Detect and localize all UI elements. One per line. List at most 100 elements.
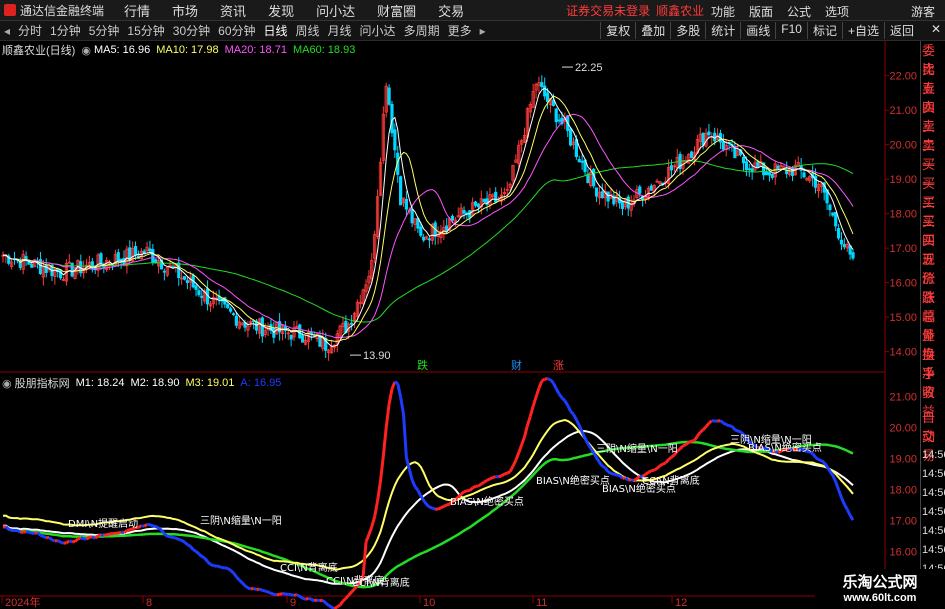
main-ytick-label-8: 14.00 <box>889 347 917 359</box>
xtick-label-4: 11 <box>536 597 547 609</box>
m1-seg-88 <box>253 587 258 592</box>
ma20-value: MA20: 18.71 <box>224 44 287 56</box>
m1-seg-82 <box>235 575 241 581</box>
quote-sidebar: 委比 卖五 卖四 卖三 卖二 卖一 买一 买二 买三 买四 买五 现价 涨跌 涨… <box>920 41 945 609</box>
indicator-signal-6: BIAS\N绝密买点 <box>536 474 610 487</box>
candle-body-78 <box>226 304 230 309</box>
candle-body-250 <box>721 141 725 150</box>
side-net-asset[interactable]: 净资 <box>921 364 945 400</box>
candle-body-64 <box>185 280 190 283</box>
m1-seg-191 <box>549 378 555 384</box>
sub-ytick-label-5: 16.00 <box>889 547 917 559</box>
m1-seg-169 <box>486 477 491 482</box>
m1-seg-282 <box>811 452 817 459</box>
indicator-signal-1: 三阴\N缩量\N一阳 <box>200 514 282 527</box>
candle-body-53 <box>154 259 158 263</box>
candle-body-197 <box>569 128 573 146</box>
main-ytick-label-2: 20.00 <box>889 140 917 152</box>
m1-seg-168 <box>483 478 488 484</box>
side-turnover[interactable]: 换手 <box>921 345 945 381</box>
m1-seg-116 <box>333 605 339 609</box>
m1-seg-110 <box>316 598 321 603</box>
m1-seg-139 <box>399 396 405 415</box>
m1-seg-105 <box>302 596 307 601</box>
m1-seg-80 <box>229 569 235 575</box>
m1-seg-153 <box>440 505 445 510</box>
m1-seg-28 <box>80 536 85 541</box>
side-outer[interactable]: 外盘 <box>921 326 945 362</box>
side-sell3[interactable]: 卖三 <box>921 98 945 134</box>
site-watermark: 乐淘公式网 www.60lt.com <box>815 569 945 609</box>
side-volume[interactable]: 总量 <box>921 307 945 343</box>
candle-body-254 <box>733 147 737 159</box>
m1-seg-18 <box>51 538 56 543</box>
candle-body-278 <box>802 172 806 178</box>
m1-seg-217 <box>624 476 630 482</box>
side-weibi[interactable]: 委比 <box>921 41 945 77</box>
m1-seg-179 <box>514 452 521 461</box>
main-ytick-label-0: 22.00 <box>889 71 917 83</box>
m1-seg-176 <box>506 470 511 475</box>
candle-body-15 <box>44 264 48 273</box>
candle-body-68 <box>197 290 201 296</box>
candle-body-80 <box>231 313 236 315</box>
m1-seg-114 <box>327 604 333 609</box>
side-buy3[interactable]: 买三 <box>921 193 945 229</box>
candle-body-291 <box>839 239 844 245</box>
dropdown-icon[interactable]: ◉ <box>81 44 91 57</box>
m1-seg-20 <box>57 539 62 544</box>
m1-seg-50 <box>143 523 148 528</box>
m1-seg-62 <box>178 537 183 542</box>
candle-body-210 <box>606 191 610 202</box>
candle-body-165 <box>476 203 481 208</box>
side-price[interactable]: 现价 <box>921 250 945 286</box>
side-buy5[interactable]: 买五 <box>921 231 945 267</box>
m1-seg-14 <box>39 534 44 538</box>
m1-seg-72 <box>206 560 212 566</box>
m1-seg-2 <box>4 525 10 531</box>
candle-body-81 <box>234 315 238 326</box>
side-buy4[interactable]: 买四 <box>921 212 945 248</box>
ma20-line <box>2 113 854 338</box>
side-change-pct[interactable]: 涨幅 <box>921 288 945 324</box>
side-sell2[interactable]: 卖二 <box>921 117 945 153</box>
m1-seg-226 <box>650 468 655 473</box>
side-sell1[interactable]: 卖一 <box>921 136 945 172</box>
m1-value: M1: 18.24 <box>75 377 125 389</box>
side-buy2[interactable]: 买二 <box>921 174 945 210</box>
m1-seg-187 <box>537 380 544 389</box>
candle-body-145 <box>419 226 423 236</box>
m1-seg-143 <box>410 479 417 488</box>
close-icon[interactable]: ✕ <box>931 22 941 36</box>
side-sell4[interactable]: 卖四 <box>921 79 945 115</box>
m1-seg-292 <box>840 497 846 505</box>
m2-line <box>2 418 854 571</box>
xtick-label-5: 12 <box>675 597 687 609</box>
m1-seg-70 <box>201 555 206 560</box>
m1-seg-67 <box>192 548 197 553</box>
candle-body-140 <box>404 198 408 210</box>
candle-body-164 <box>473 201 478 206</box>
m1-seg-224 <box>644 471 650 476</box>
m1-seg-57 <box>163 532 169 538</box>
m1-seg-83 <box>238 578 244 584</box>
side-change[interactable]: 涨跌 <box>921 269 945 305</box>
side-earnings[interactable]: 收益 <box>921 383 945 419</box>
candle-body-243 <box>701 132 705 146</box>
indicator-dropdown-icon[interactable]: ◉ <box>2 377 12 390</box>
m1-seg-106 <box>305 596 309 601</box>
candle-body-142 <box>410 208 414 224</box>
m1-seg-126 <box>361 541 368 576</box>
m1-seg-219 <box>630 478 635 483</box>
candle-body-287 <box>828 204 832 211</box>
m1-seg-181 <box>520 436 526 446</box>
side-trade[interactable]: 交易 <box>921 427 945 463</box>
chart-canvas[interactable]: 22.00 21.00 20.00 19.00 18.00 17.00 16.00 15.00… <box>0 0 918 609</box>
side-auto[interactable]: 自动 <box>921 408 945 444</box>
m1-seg-24 <box>68 539 73 544</box>
side-buy1[interactable]: 买一 <box>921 155 945 191</box>
m1-seg-61 <box>175 536 180 541</box>
m1-seg-122 <box>350 587 356 593</box>
side-sell5[interactable]: 卖五 <box>921 60 945 96</box>
m1-seg-49 <box>140 524 145 528</box>
